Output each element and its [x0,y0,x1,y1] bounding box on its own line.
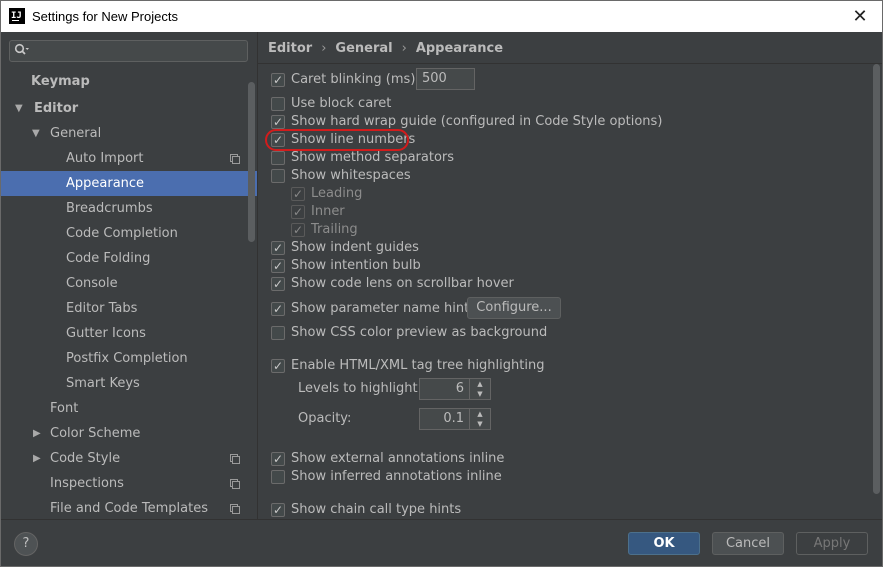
chevron-down-icon[interactable]: ▼ [15,96,23,121]
css-color-preview-checkbox[interactable] [271,326,285,340]
sidebar-item-font[interactable]: Font [1,396,257,421]
chevron-right-icon[interactable]: ▶ [33,421,41,446]
intention-bulb-checkbox[interactable] [271,257,285,275]
sidebar-item-code-folding[interactable]: Code Folding [1,246,257,271]
chevron-right-icon[interactable]: ▶ [33,446,41,471]
settings-window: IJ Settings for New Projects ✕ Keymap ▼ … [0,0,883,567]
search-icon [14,43,29,55]
opacity-label: Opacity: [298,411,352,426]
whitespaces-checkbox[interactable] [271,169,285,183]
copy-icon [230,454,240,464]
configure-button[interactable]: Configure... [467,297,561,319]
breadcrumb-appearance: Appearance [415,41,504,56]
sidebar-item-keymap[interactable]: Keymap [1,69,257,94]
search-input[interactable] [9,40,248,62]
sidebar-item-auto-import[interactable]: Auto Import [1,146,257,171]
sidebar-item-file-and-code-templates[interactable]: File and Code Templates [1,496,257,521]
method-separators-checkbox[interactable] [271,151,285,165]
window-title: Settings for New Projects [32,9,178,24]
external-annotations-checkbox[interactable] [271,450,285,468]
levels-label: Levels to highlight: [298,381,422,396]
help-icon[interactable]: ? [14,532,38,556]
apply-button[interactable]: Apply [796,532,868,555]
content-scrollbar[interactable] [872,64,881,494]
hard-wrap-guide-checkbox[interactable] [271,113,285,131]
opacity-spinner[interactable]: 0.1 ▲ ▼ [419,408,491,430]
close-icon[interactable]: ✕ [838,1,882,32]
breadcrumb-general[interactable]: General [335,41,392,56]
ok-button[interactable]: OK [628,532,700,555]
header-divider [258,63,882,64]
copy-icon [230,154,240,164]
spinner-arrows-icon[interactable]: ▲ ▼ [469,379,490,399]
copy-icon [230,479,240,489]
levels-spinner[interactable]: 6 ▲ ▼ [419,378,491,400]
indent-guides-checkbox[interactable] [271,239,285,257]
tag-tree-checkbox[interactable] [271,357,285,375]
line-numbers-highlight-ring [265,129,409,151]
sidebar-item-code-style[interactable]: ▶ Code Style [1,446,257,471]
intellij-app-icon: IJ [9,8,25,24]
trailing-checkbox[interactable] [291,221,305,239]
breadcrumb-separator: › [401,41,407,56]
breadcrumb-editor[interactable]: Editor [268,41,312,56]
chain-call-hints-checkbox[interactable] [271,501,285,519]
sidebar-item-smart-keys[interactable]: Smart Keys [1,371,257,396]
dialog-footer: ? OK Cancel Apply [1,519,882,566]
parameter-hints-checkbox[interactable] [271,300,285,318]
use-block-caret-checkbox[interactable] [271,97,285,111]
breadcrumb-separator: › [321,41,327,56]
sidebar-item-appearance[interactable]: Appearance [1,171,257,196]
code-lens-checkbox[interactable] [271,275,285,293]
settings-content: Editor›General›Appearance Caret blinking… [258,32,882,519]
content-scrollbar-thumb[interactable] [873,64,880,494]
sidebar-item-code-completion[interactable]: Code Completion [1,221,257,246]
cancel-button[interactable]: Cancel [712,532,784,555]
levels-value: 6 [455,381,464,396]
sidebar-item-general[interactable]: ▼ General [1,121,257,146]
leading-checkbox[interactable] [291,185,305,203]
caret-blinking-field[interactable]: 500 [416,68,475,90]
title-bar: IJ Settings for New Projects ✕ [1,1,882,33]
sidebar-item-gutter-icons[interactable]: Gutter Icons [1,321,257,346]
caret-blinking-checkbox[interactable] [271,71,285,89]
breadcrumb: Editor › General › Appearance [268,41,503,56]
sidebar-item-editor-tabs[interactable]: Editor Tabs [1,296,257,321]
sidebar-item-breadcrumbs[interactable]: Breadcrumbs [1,196,257,221]
opacity-value: 0.1 [443,411,464,426]
inferred-annotations-checkbox[interactable] [271,470,285,484]
sidebar-item-postfix-completion[interactable]: Postfix Completion [1,346,257,371]
inner-checkbox[interactable] [291,203,305,221]
sidebar-item-console[interactable]: Console [1,271,257,296]
copy-icon [230,504,240,514]
sidebar-item-editor[interactable]: ▼ Editor [1,96,257,121]
sidebar-scrollbar[interactable] [248,82,255,242]
spinner-arrows-icon[interactable]: ▲ ▼ [469,409,490,429]
sidebar-item-inspections[interactable]: Inspections [1,471,257,496]
sidebar-item-color-scheme[interactable]: ▶ Color Scheme [1,421,257,446]
chevron-down-icon[interactable]: ▼ [32,121,40,146]
settings-sidebar: Keymap ▼ Editor ▼ General Auto Import Ap… [1,32,258,519]
